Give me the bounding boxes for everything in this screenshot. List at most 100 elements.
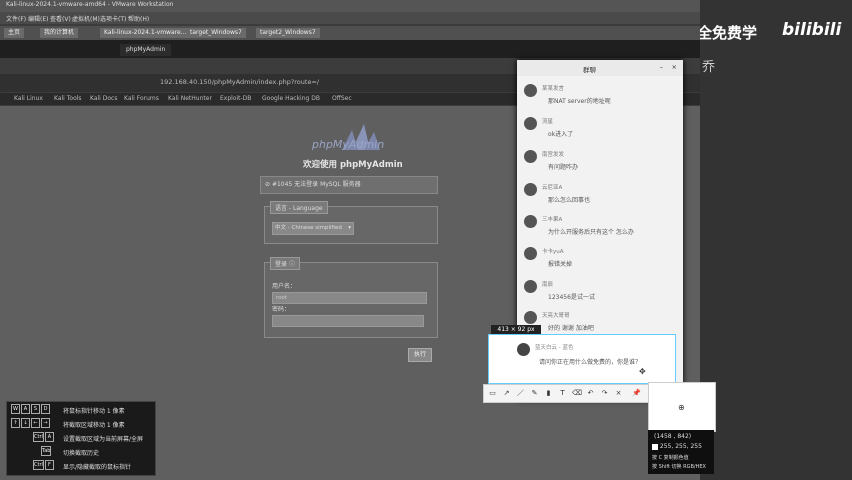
chat-message: 三丰果A 为什么开服务后只有这个 怎么办 bbox=[524, 215, 674, 241]
shortcut-row: WASD 将鼠标指针移动 1 像素 bbox=[11, 404, 153, 416]
menu-vm[interactable]: 虚拟机(M) bbox=[72, 14, 100, 23]
redo-icon[interactable]: ↷ bbox=[600, 389, 609, 398]
chat-message: 流星 ok进入了 bbox=[524, 117, 674, 143]
menu-view[interactable]: 查看(V) bbox=[50, 14, 71, 23]
tab-kali[interactable]: Kali-linux-2024.1-vmware... bbox=[100, 28, 191, 38]
shortcut-row: Ctrl A 设置截取区域为当前屏幕/全屏 bbox=[11, 432, 153, 444]
eraser-icon[interactable]: ⌫ bbox=[572, 389, 582, 398]
chat-header: 群聊 – × bbox=[517, 60, 683, 76]
error-message: ⊘ #1045 无法登录 MySQL 服务器 bbox=[260, 176, 438, 194]
undo-icon[interactable]: ↶ bbox=[586, 389, 595, 398]
key-cap: → bbox=[41, 418, 50, 428]
shortcut-desc: 设置截取区域为当前屏幕/全屏 bbox=[63, 436, 144, 443]
line-icon[interactable]: ／ bbox=[516, 389, 525, 398]
key-cap: ↓ bbox=[21, 418, 30, 428]
avatar bbox=[524, 84, 537, 97]
message-text: 有问题咋办 bbox=[548, 164, 579, 171]
message-text: 好的 谢谢 加油吧 bbox=[548, 325, 594, 332]
chat-title: 群聊 bbox=[583, 66, 596, 74]
marker-icon[interactable]: ▮ bbox=[544, 389, 553, 398]
browser-tabbar: phpMyAdmin bbox=[0, 40, 700, 58]
tab-target2-win7[interactable]: target2_Windows7 bbox=[256, 28, 320, 38]
copy-hint: 按 C 复制颜色值 bbox=[652, 455, 689, 461]
chat-message: 卡卡yuA 报错关掉 bbox=[524, 247, 674, 273]
menu-help[interactable]: 帮助(H) bbox=[128, 14, 149, 23]
message-sender: 三丰果A bbox=[542, 217, 563, 223]
avatar bbox=[524, 215, 537, 228]
pen-icon[interactable]: ✎ bbox=[530, 389, 539, 398]
screenshot-toolbar: ▭ ↗ ／ ✎ ▮ T ⌫ ↶ ↷ × 📌 bbox=[483, 384, 649, 403]
key-cap: Ctrl bbox=[33, 460, 44, 470]
message-sender: 天亮大哥哥 bbox=[542, 313, 570, 319]
message-text: 那NAT server的地址呢 bbox=[548, 98, 611, 105]
username-field[interactable]: root bbox=[272, 292, 427, 304]
rectangle-icon[interactable]: ▭ bbox=[488, 389, 497, 398]
tab-my-computer[interactable]: 我的计算机 bbox=[40, 28, 79, 38]
bookmark-item[interactable]: Kali Forums bbox=[124, 95, 159, 102]
color-info: (1458 , 842) 255, 255, 255 按 C 复制颜色值 按 S… bbox=[648, 430, 714, 474]
avatar bbox=[524, 117, 537, 130]
window-title: Kali-linux-2024.1-vmware-amd64 - VMware … bbox=[6, 1, 174, 8]
username-value: root bbox=[276, 295, 288, 301]
menu-tabs[interactable]: 选项卡(T) bbox=[100, 14, 126, 23]
key-cap: Ctrl bbox=[33, 432, 44, 442]
minimize-icon[interactable]: – bbox=[660, 63, 663, 71]
key-cap: ↑ bbox=[11, 418, 20, 428]
menu-file[interactable]: 文件(F) bbox=[6, 14, 26, 23]
url-field[interactable]: 192.168.40.150/phpMyAdmin/index.php?rout… bbox=[160, 78, 319, 86]
tab-home[interactable]: 主页 bbox=[4, 28, 25, 38]
avatar bbox=[517, 343, 530, 356]
message-sender: 云尼亚A bbox=[542, 185, 563, 191]
error-icon: ⊘ bbox=[265, 181, 271, 188]
shortcut-row: Ctrl F 显示/隐藏截取的鼠标指针 bbox=[11, 460, 153, 472]
key-cap: S bbox=[31, 404, 40, 414]
bookmark-item[interactable]: Kali Tools bbox=[54, 95, 82, 102]
vmware-menubar: 文件(F) 编辑(E) 查看(V) 虚拟机(M) 选项卡(T) 帮助(H) bbox=[0, 12, 700, 24]
key-cap: D bbox=[41, 404, 50, 414]
browser-tab-pma[interactable]: phpMyAdmin bbox=[120, 44, 172, 56]
go-button[interactable]: 执行 bbox=[408, 348, 432, 362]
bookmark-item[interactable]: Exploit-DB bbox=[220, 95, 251, 102]
message-text: 报错关掉 bbox=[548, 261, 573, 268]
selection-area[interactable]: 蓝天白云 - 蓝色 请问你正在用什么做免费的，你是谁？ ✥ bbox=[488, 334, 676, 384]
menu-edit[interactable]: 编辑(E) bbox=[28, 14, 48, 23]
close-icon[interactable]: × bbox=[614, 389, 623, 398]
arrow-icon[interactable]: ↗ bbox=[502, 389, 511, 398]
message-sender: 南宫发发 bbox=[542, 152, 565, 158]
language-select[interactable]: 中文 - Chinese simplified ▾ bbox=[272, 222, 354, 235]
page-title: 欢迎使用 phpMyAdmin bbox=[303, 160, 403, 170]
cursor-coords: (1458 , 842) bbox=[654, 433, 692, 440]
password-field[interactable] bbox=[272, 315, 424, 327]
message-sender: 某某发言 bbox=[542, 86, 565, 92]
pin-icon[interactable]: 📌 bbox=[632, 389, 641, 398]
login-legend: 登录 ⓘ bbox=[270, 257, 300, 270]
message-text: 那么怎么回事也 bbox=[548, 197, 591, 204]
chat-message: 南辰 123456是试一试 bbox=[524, 280, 674, 306]
shift-hint: 按 Shift 切换 RGB/HEX bbox=[652, 464, 706, 470]
text-icon[interactable]: T bbox=[558, 389, 567, 398]
help-icon[interactable]: ⓘ bbox=[289, 261, 295, 268]
bookmark-item[interactable]: Kali NetHunter bbox=[168, 95, 212, 102]
rgb-row: 255, 255, 255 bbox=[652, 443, 702, 450]
message-sender: 南辰 bbox=[542, 282, 554, 288]
key-cap: F bbox=[44, 460, 54, 470]
avatar bbox=[524, 150, 537, 163]
bookmark-item[interactable]: Google Hacking DB bbox=[262, 95, 320, 102]
shortcut-desc: 将鼠标指针移动 1 像素 bbox=[63, 408, 125, 415]
shortcut-row: ↑ ↓ ← → 将截取区域移动 1 像素 bbox=[11, 418, 153, 430]
selection-sender: 蓝天白云 - 蓝色 bbox=[535, 345, 574, 351]
shortcut-desc: 将截取区域移动 1 像素 bbox=[63, 422, 125, 429]
password-label: 密码： bbox=[272, 306, 291, 313]
crosshair-icon: ⊕ bbox=[678, 403, 685, 412]
shortcut-row: Tab 切换截取历史 bbox=[11, 446, 153, 458]
bookmark-item[interactable]: Kali Docs bbox=[90, 95, 117, 102]
message-sender: 卡卡yuA bbox=[542, 249, 564, 255]
message-text: ok进入了 bbox=[548, 131, 574, 138]
bookmark-item[interactable]: Kali Linux bbox=[14, 95, 43, 102]
bookmark-item[interactable]: OffSec bbox=[332, 95, 352, 102]
close-icon[interactable]: × bbox=[672, 63, 677, 71]
login-legend-text: 登录 bbox=[275, 261, 288, 268]
bilibili-logo: bilibili bbox=[782, 20, 842, 40]
tab-target-win7[interactable]: target_Windows7 bbox=[186, 28, 246, 38]
desktop-right bbox=[700, 0, 852, 480]
